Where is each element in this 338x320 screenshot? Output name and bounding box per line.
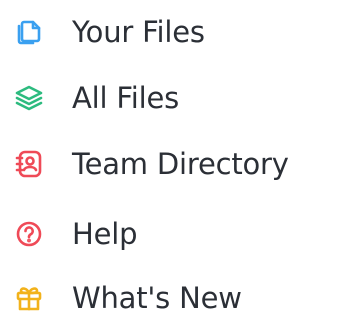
sidebar-item-label: What's New (72, 281, 242, 315)
sidebar-item-help[interactable]: Help (14, 212, 138, 256)
sidebar-item-label: Team Directory (72, 147, 289, 181)
sidebar-nav: Your Files All Files Team Directory Help… (0, 0, 338, 320)
gift-icon (14, 283, 44, 313)
sidebar-item-label: Help (72, 217, 138, 251)
file-copy-icon (14, 17, 44, 47)
sidebar-item-label: All Files (72, 81, 180, 115)
contacts-book-icon (14, 149, 44, 179)
sidebar-item-your-files[interactable]: Your Files (14, 10, 205, 54)
layers-icon (14, 83, 44, 113)
help-circle-icon (14, 219, 44, 249)
sidebar-item-all-files[interactable]: All Files (14, 76, 179, 120)
sidebar-item-label: Your Files (72, 15, 205, 49)
sidebar-item-whats-new[interactable]: What's New (14, 276, 242, 320)
sidebar-item-team-directory[interactable]: Team Directory (14, 142, 289, 186)
